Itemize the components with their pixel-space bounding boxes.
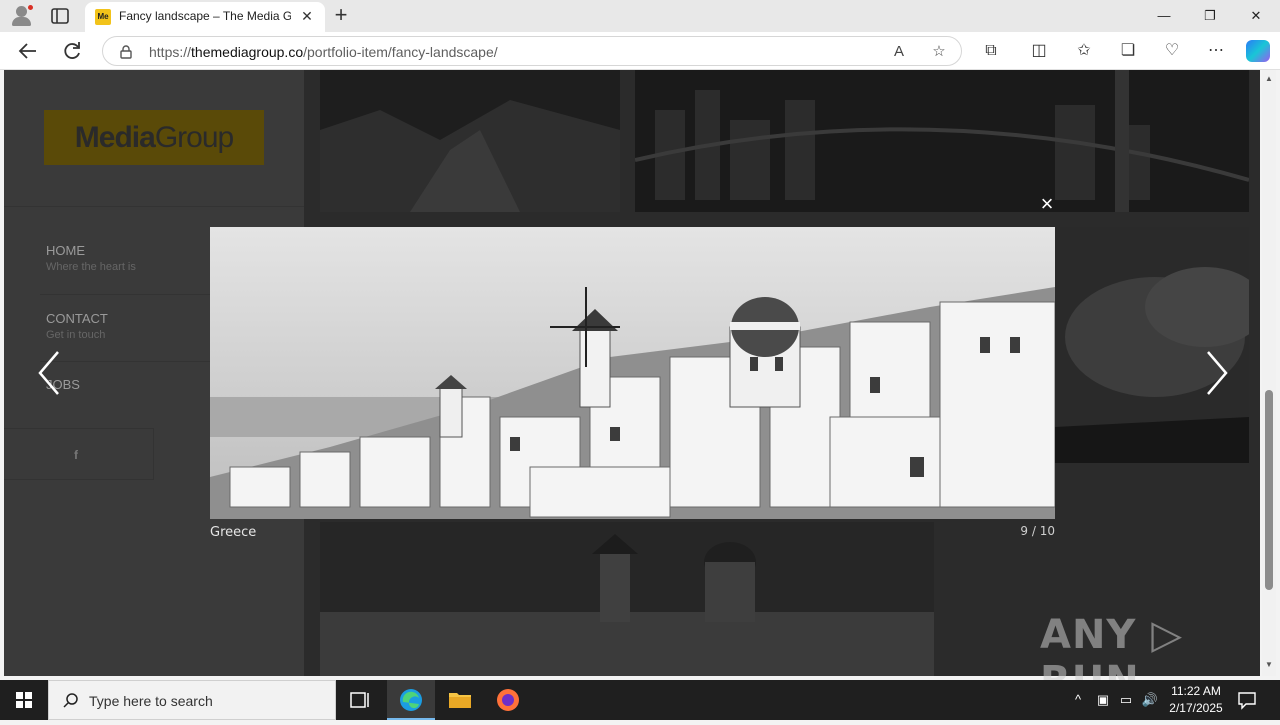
tab-title: Fancy landscape – The Media Group	[119, 9, 291, 23]
task-view-icon[interactable]	[336, 680, 384, 720]
search-icon	[61, 691, 81, 711]
lightbox-next-arrow-icon[interactable]	[1198, 348, 1238, 398]
windows-taskbar: Type here to search ^ ▣ ▭ 🔊 11:22 AM 2/1…	[0, 680, 1280, 720]
read-aloud-icon[interactable]: A	[889, 42, 909, 62]
site-favicon-icon: Me	[95, 9, 111, 25]
firefox-icon[interactable]	[484, 680, 532, 720]
divider	[4, 206, 304, 207]
more-menu-icon[interactable]: ⋯	[1205, 40, 1227, 62]
lightbox-image[interactable]	[210, 227, 1055, 519]
taskbar-search-box[interactable]: Type here to search	[48, 680, 336, 720]
minimize-button[interactable]: —	[1141, 0, 1187, 32]
social-links	[4, 428, 154, 480]
scroll-down-icon[interactable]: ▼	[1264, 660, 1274, 670]
profile-avatar-icon[interactable]	[10, 4, 34, 28]
url-text[interactable]: https://themediagroup.co/portfolio-item/…	[149, 44, 498, 60]
refresh-icon[interactable]	[58, 38, 86, 64]
facebook-icon[interactable]: f	[74, 448, 78, 462]
nav-item-contact[interactable]: CONTACT Get in touch	[46, 311, 108, 341]
tab-actions-icon[interactable]	[50, 7, 70, 25]
tab-close-icon[interactable]: ✕	[299, 8, 315, 24]
browser-tab-active[interactable]: Me Fancy landscape – The Media Group ✕	[85, 2, 325, 32]
scrollbar-thumb[interactable]	[1265, 390, 1273, 590]
collections-icon[interactable]: ❏	[1117, 40, 1139, 62]
new-tab-button[interactable]: +	[330, 4, 352, 26]
gallery-image-city-bridge[interactable]	[635, 70, 1249, 212]
site-logo[interactable]: MediaGroup	[44, 110, 264, 165]
nav-item-home[interactable]: HOME Where the heart is	[46, 243, 136, 273]
restore-button[interactable]: ❐	[1187, 0, 1233, 32]
favorite-star-icon[interactable]: ☆	[929, 42, 949, 62]
windows-start-icon[interactable]	[0, 680, 48, 720]
search-placeholder: Type here to search	[89, 693, 213, 709]
notification-center-icon[interactable]	[1236, 690, 1258, 710]
extensions-icon[interactable]: ⧉	[980, 40, 1002, 62]
lightbox-prev-arrow-icon[interactable]	[30, 348, 70, 398]
edge-browser-icon[interactable]	[387, 680, 435, 720]
browser-essentials-icon[interactable]: ♡	[1161, 40, 1183, 62]
back-arrow-icon[interactable]	[14, 38, 42, 64]
page-scrollbar[interactable]: ▲ ▼	[1262, 70, 1276, 676]
lightbox-counter: 9 / 10	[1020, 524, 1055, 538]
gallery-image-mountain-path[interactable]	[320, 70, 620, 212]
gallery-image-clouds[interactable]	[1055, 227, 1249, 463]
volume-icon[interactable]: 🔊	[1140, 690, 1160, 710]
clock-time: 11:22 AM	[1171, 684, 1221, 698]
file-explorer-icon[interactable]	[436, 680, 484, 720]
split-screen-icon[interactable]: ◫	[1028, 40, 1050, 62]
show-hidden-icons-chevron-icon[interactable]: ^	[1068, 690, 1088, 710]
toolbar: https://themediagroup.co/portfolio-item/…	[0, 32, 1280, 70]
copilot-icon[interactable]	[1246, 40, 1270, 62]
network-device-icon[interactable]: ▣	[1093, 690, 1113, 710]
gallery-image-greece[interactable]	[320, 522, 934, 676]
clock-date: 2/17/2025	[1169, 701, 1223, 715]
address-bar[interactable]: https://themediagroup.co/portfolio-item/…	[102, 36, 962, 66]
tab-strip: Me Fancy landscape – The Media Group ✕ +…	[0, 0, 1280, 32]
favorites-icon[interactable]: ✩	[1073, 40, 1095, 62]
taskbar-clock[interactable]: 11:22 AM 2/17/2025	[1160, 683, 1232, 717]
lightbox-close-button[interactable]: ×	[1035, 192, 1059, 216]
scroll-up-icon[interactable]: ▲	[1264, 74, 1274, 84]
network-icon[interactable]: ▭	[1116, 690, 1136, 710]
lock-icon[interactable]	[119, 45, 133, 59]
close-window-button[interactable]: ✕	[1233, 0, 1279, 32]
lightbox-caption: Greece	[210, 525, 257, 540]
